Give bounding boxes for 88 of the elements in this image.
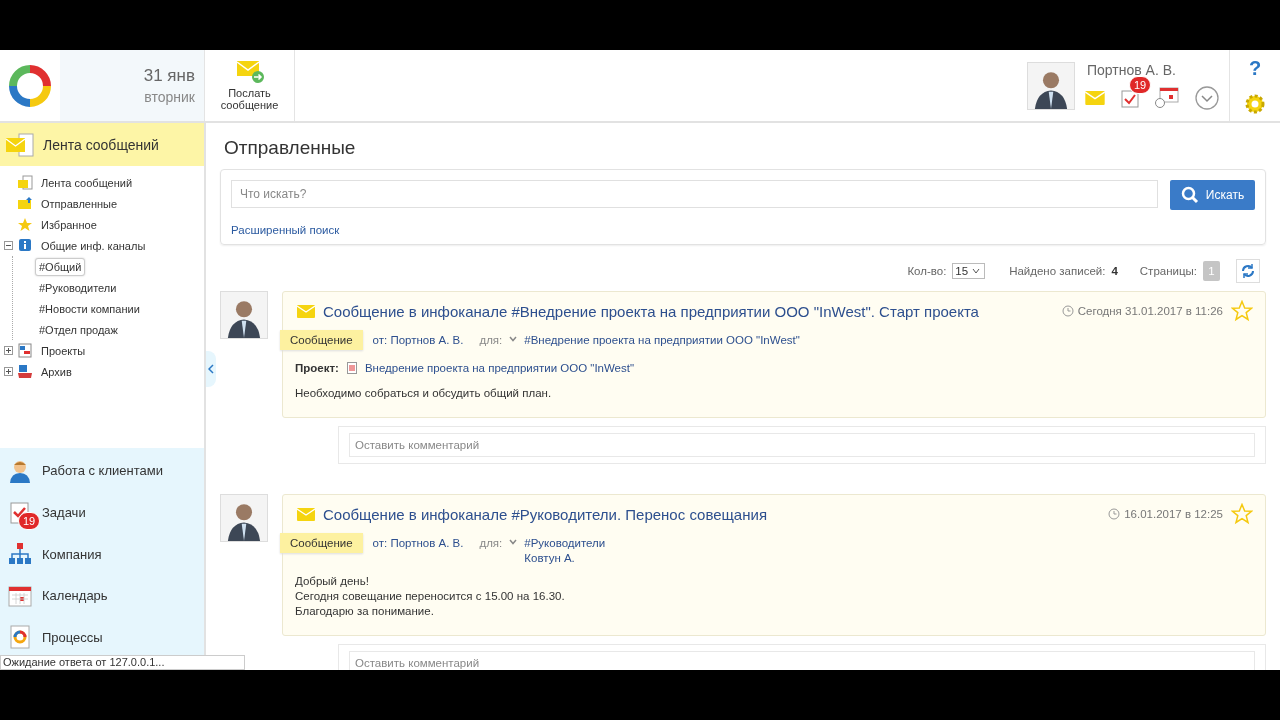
message-title[interactable]: Сообщение в инфоканале #Внедрение проекта на предприятии ООО "InWest". Старт проекта bbox=[323, 302, 1054, 320]
message-body: Необходимо собраться и обсудить общий план. bbox=[295, 386, 553, 401]
tree-item[interactable]: Отправленные bbox=[37, 194, 122, 213]
sent-icon bbox=[17, 196, 33, 211]
tasks-badge: 19 bbox=[1129, 75, 1152, 94]
count-select[interactable]: 15 bbox=[952, 263, 986, 279]
envelope-icon bbox=[234, 59, 265, 86]
expand-toggle[interactable] bbox=[4, 241, 13, 250]
avatar bbox=[220, 291, 268, 339]
clock-icon bbox=[1061, 305, 1074, 317]
calendar-icon[interactable] bbox=[1155, 86, 1179, 109]
message-tag: Сообщение bbox=[280, 533, 363, 553]
nav-item[interactable]: Компания bbox=[0, 533, 204, 575]
envelope-icon bbox=[297, 507, 315, 521]
clients-icon bbox=[8, 458, 32, 483]
feed-icon bbox=[17, 175, 33, 190]
recipient-label: для: bbox=[479, 334, 503, 346]
message-body: Добрый день! Сегодня совещание переносится с 15.00 на 16.30. Благодарю за понимание. bbox=[295, 574, 566, 619]
star-icon[interactable] bbox=[1231, 503, 1253, 525]
tree-item[interactable]: Архив bbox=[37, 362, 76, 381]
message-time: 16.01.2017 в 12:25 bbox=[1108, 508, 1223, 520]
expand-toggle[interactable] bbox=[4, 367, 13, 376]
document-icon bbox=[346, 362, 357, 374]
avatar bbox=[1027, 61, 1075, 110]
search-field[interactable]: Что искать? bbox=[231, 180, 1158, 208]
refresh-icon bbox=[1240, 263, 1256, 279]
tree-item[interactable]: #Руководители bbox=[35, 278, 121, 297]
user-name[interactable]: Портнов А. В. bbox=[1087, 61, 1219, 78]
company-icon bbox=[8, 542, 32, 566]
found-count: 4 bbox=[1111, 265, 1118, 277]
envelope-icon bbox=[297, 304, 315, 318]
recipient-link[interactable]: Ковтун А. bbox=[524, 552, 606, 564]
archive-icon bbox=[17, 364, 33, 379]
section-header[interactable]: Лента сообщений bbox=[0, 123, 204, 166]
feed-icon bbox=[5, 131, 35, 158]
collapse-handle[interactable] bbox=[206, 351, 216, 387]
tree-item[interactable]: Лента сообщений bbox=[37, 173, 137, 192]
tree-item[interactable]: #Новости компании bbox=[35, 299, 144, 318]
chevron-down-icon[interactable] bbox=[1195, 85, 1219, 110]
search-icon bbox=[1180, 186, 1199, 204]
tasks-icon[interactable] bbox=[1121, 87, 1139, 108]
processes-icon bbox=[8, 625, 32, 650]
page-title: Отправленные bbox=[224, 137, 357, 159]
settings-icon[interactable] bbox=[1244, 92, 1266, 115]
recipient-label: для: bbox=[479, 537, 503, 551]
star-icon[interactable] bbox=[1231, 300, 1253, 322]
sender-link[interactable]: от: Портнов А. В. bbox=[372, 334, 464, 346]
star-icon bbox=[17, 217, 33, 232]
clock-icon bbox=[1108, 508, 1121, 520]
tree-item[interactable]: Избранное bbox=[37, 215, 101, 234]
nav-item[interactable]: Работа с клиентами bbox=[0, 450, 204, 492]
project-label: Проект: bbox=[295, 362, 339, 374]
recipient-link[interactable]: #Руководители bbox=[524, 537, 606, 549]
projects-icon bbox=[17, 343, 33, 358]
nav-item[interactable]: Календарь bbox=[0, 574, 204, 617]
avatar bbox=[220, 494, 268, 542]
calendar-icon bbox=[8, 583, 32, 608]
count-label: Кол-во: bbox=[907, 265, 947, 277]
tree-item[interactable]: #Отдел продаж bbox=[35, 320, 122, 339]
search-button[interactable]: Искать bbox=[1170, 180, 1255, 210]
comment-field[interactable]: Оставить комментарий bbox=[349, 433, 1255, 457]
info-icon bbox=[17, 238, 33, 253]
logo[interactable] bbox=[9, 64, 51, 107]
advanced-search-link[interactable]: Расширенный поиск bbox=[231, 224, 340, 236]
refresh-button[interactable] bbox=[1236, 259, 1260, 283]
tree-item[interactable]: #Общий bbox=[35, 257, 86, 276]
tree-item[interactable]: Общие инф. каналы bbox=[37, 236, 150, 255]
help-link[interactable]: ? bbox=[1248, 56, 1262, 80]
count-badge: 19 bbox=[18, 511, 41, 530]
message-time: Сегодня 31.01.2017 в 11:26 bbox=[1061, 305, 1223, 317]
weekday: вторник bbox=[144, 89, 195, 105]
caret-icon[interactable] bbox=[508, 537, 519, 547]
caret-icon[interactable] bbox=[508, 334, 519, 344]
found-label: Найдено записей: bbox=[1009, 265, 1106, 277]
project-link[interactable]: Внедрение проекта на предприятии ООО "InWest" bbox=[364, 362, 635, 374]
envelope-icon bbox=[1085, 90, 1105, 105]
recipient-link[interactable]: #Внедрение проекта на предприятии ООО "InWest" bbox=[524, 334, 800, 346]
nav-item[interactable]: Процессы bbox=[0, 616, 204, 658]
tree-item[interactable]: Проекты bbox=[37, 341, 90, 360]
expand-toggle[interactable] bbox=[4, 346, 13, 355]
pages-label: Страницы: bbox=[1139, 265, 1197, 277]
nav-item[interactable]: Задачи 19 bbox=[0, 491, 204, 534]
date-day: 31 янв bbox=[143, 66, 195, 86]
message-title[interactable]: Сообщение в инфоканале #Руководители. Перенос совещания bbox=[323, 505, 1101, 523]
comment-field[interactable]: Оставить комментарий bbox=[349, 651, 1255, 670]
status-text: Ожидание ответа от 127.0.0.1... bbox=[0, 655, 245, 670]
sender-link[interactable]: от: Портнов А. В. bbox=[372, 537, 464, 549]
message-tag: Сообщение bbox=[280, 330, 363, 350]
